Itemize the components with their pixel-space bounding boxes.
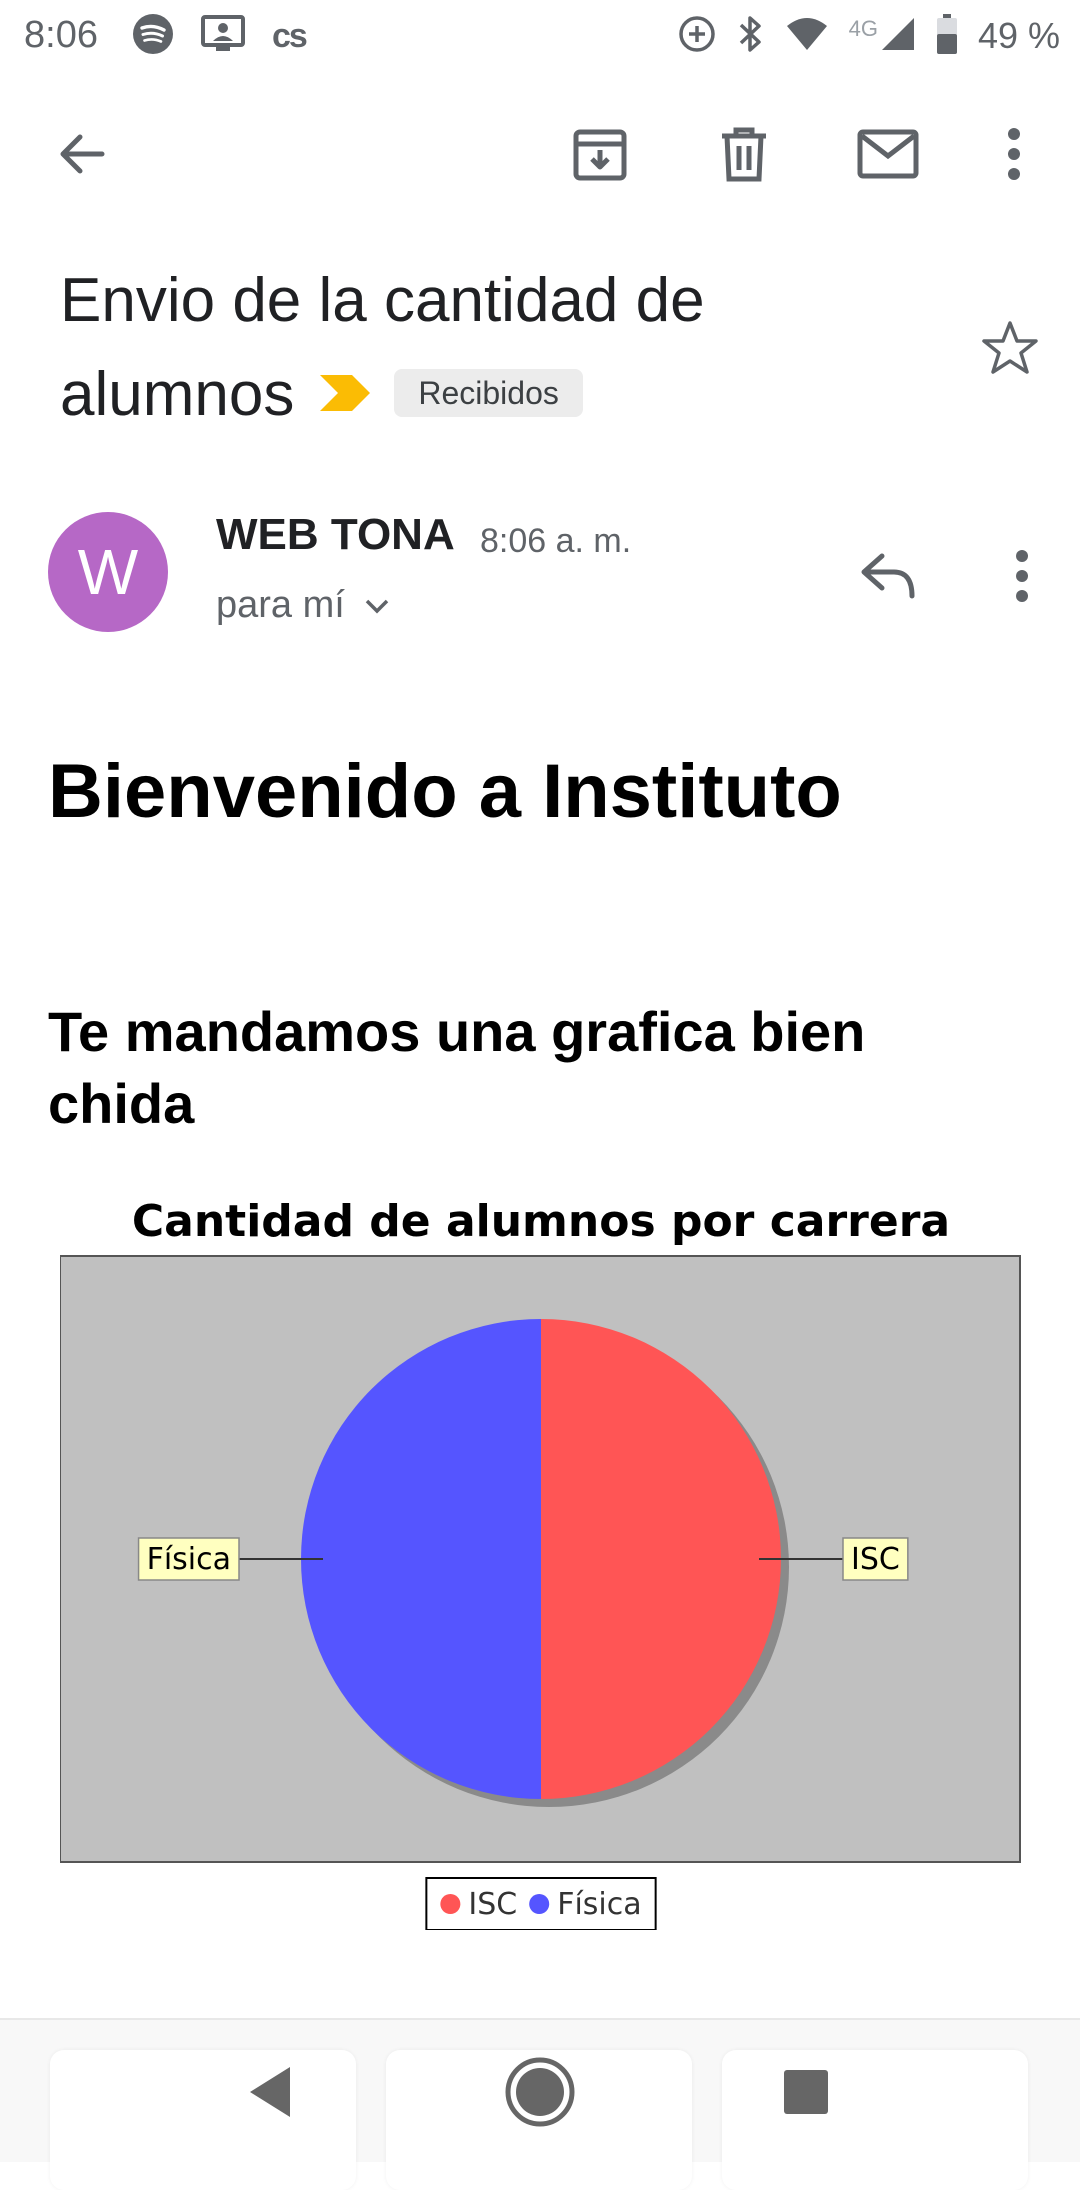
legend-entry-física: Física	[557, 1887, 641, 1922]
message-more-button[interactable]	[1000, 540, 1044, 612]
reply-button[interactable]	[852, 540, 924, 612]
battery-icon	[936, 13, 958, 59]
back-button[interactable]	[50, 122, 114, 186]
status-right-icons: 4G 49 %	[677, 12, 1060, 60]
archive-icon	[573, 129, 627, 181]
important-marker-icon[interactable]	[318, 346, 372, 440]
nav-back-icon	[250, 2067, 290, 2117]
delete-button[interactable]	[712, 122, 776, 186]
reply-icon	[861, 553, 915, 599]
archive-button[interactable]	[568, 122, 632, 186]
body-heading: Bienvenido a Instituto	[48, 749, 842, 834]
chart-title: Cantidad de alumnos por carrera	[132, 1196, 950, 1247]
more-options-button[interactable]	[982, 122, 1046, 186]
recipient-details[interactable]: para mí	[216, 584, 391, 627]
avatar[interactable]: W	[48, 512, 168, 632]
bluetooth-icon	[737, 14, 765, 59]
chart-legend: ISC Física	[425, 1877, 657, 1931]
more-vert-icon	[1008, 128, 1020, 180]
nav-home-button[interactable]	[492, 2044, 588, 2140]
legend-entry-isc: ISC	[468, 1887, 517, 1922]
network-type: 4G	[848, 16, 878, 41]
signal-icon	[880, 16, 916, 57]
slice-label-isc: ISC	[851, 1542, 900, 1577]
screencast-icon	[200, 14, 246, 59]
spotify-icon	[132, 13, 174, 60]
label-chip-inbox[interactable]: Recibidos	[394, 368, 583, 417]
nav-recents-icon	[784, 2070, 828, 2114]
nav-back-button[interactable]	[222, 2044, 318, 2140]
status-time: 8:06	[24, 14, 98, 56]
battery-percent: 49 %	[977, 15, 1060, 56]
star-icon	[982, 321, 1038, 374]
back-arrow-icon	[60, 134, 105, 174]
cs-app-icon: cs	[272, 16, 308, 55]
trash-icon	[722, 127, 766, 182]
mark-unread-button[interactable]	[856, 122, 920, 186]
nav-home-icon	[505, 2057, 575, 2127]
recipient-text: para mí	[216, 584, 345, 626]
more-vert-icon	[1016, 550, 1028, 602]
wifi-icon	[785, 16, 829, 57]
nav-recents-button[interactable]	[758, 2044, 854, 2140]
slice-label-física: Física	[147, 1542, 231, 1577]
chevron-down-icon	[365, 599, 389, 613]
star-button[interactable]	[974, 312, 1046, 384]
action-toolbar	[0, 100, 1080, 210]
status-left-icons: cs	[132, 13, 308, 60]
body-subheading: Te mandamos una grafica bien chida	[48, 1000, 866, 1135]
status-bar: 8:06 cs 4G 49 %	[0, 0, 1080, 72]
subject-text: Envio de la cantidad de alumnos	[60, 266, 705, 429]
pie-chart-image: Cantidad de alumnos por carrera ISC Físic…	[59, 1190, 1022, 1931]
pie-chart: Cantidad de alumnos por carrera ISC Físic…	[59, 1196, 1021, 1931]
email-subject: Envio de la cantidad de alumnos Recibidos	[60, 254, 940, 446]
data-saver-icon	[677, 14, 717, 59]
message-time: 8:06 a. m.	[480, 522, 632, 560]
system-nav-bar	[0, 2018, 1080, 2190]
mail-icon	[857, 129, 919, 179]
sender-name[interactable]: WEB TONA	[216, 510, 455, 560]
legend-swatch-física	[529, 1894, 550, 1914]
legend-swatch-isc	[440, 1894, 461, 1914]
